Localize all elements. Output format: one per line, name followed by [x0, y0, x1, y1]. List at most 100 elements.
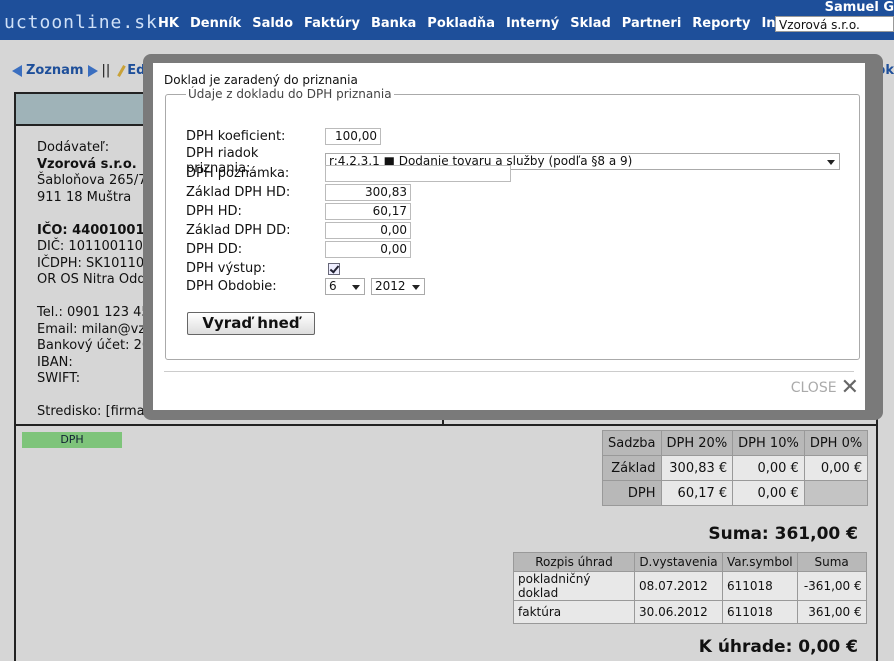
supplier-block: Dodávateľ: Vzorová s.r.o. Šabloňova 265/… [37, 140, 159, 421]
list-link[interactable]: Zoznam [26, 63, 84, 78]
divider [16, 424, 876, 426]
back-arrow-icon[interactable] [12, 64, 22, 77]
field-label: DPH Obdobie: [186, 279, 277, 294]
table-cell: 300,83 € [660, 455, 734, 481]
table-header: DPH 0% [803, 430, 869, 456]
vat-modal: Doklad je zaradený do priznania Údaje z … [153, 63, 865, 410]
payments-table: Rozpis úhrad D.vystavenia Var.symbol Sum… [513, 552, 867, 624]
table-header: Rozpis úhrad [513, 552, 635, 572]
row-obdobie: DPH Obdobie: 6 2012 [186, 278, 425, 295]
amount-due: K úhrade: 0,00 € [698, 637, 858, 657]
table-row: Základ 300,83 € 0,00 € 0,00 € [602, 455, 869, 481]
field-label: Základ DPH HD: [186, 185, 291, 200]
table-cell: -361,00 € [796, 571, 867, 601]
supplier-city: 911 18 Muštra [37, 189, 132, 205]
supplier-email: Email: milan@vzor [37, 321, 159, 337]
table-row: Sadzba DPH 20% DPH 10% DPH 0% [602, 430, 869, 456]
table-cell: DPH [602, 480, 662, 506]
supplier-icdph: IČDPH: SK101100 [37, 255, 153, 271]
field-label: Základ DPH DD: [186, 223, 291, 238]
field-label: DPH DD: [186, 242, 243, 257]
supplier-dic: DIČ: 1011001101 [37, 239, 152, 254]
pencil-icon[interactable] [117, 64, 127, 77]
invoice-sum: Suma: 361,00 € [708, 524, 858, 544]
supplier-tel: Tel.: 0901 123 45 [37, 305, 150, 320]
company-select[interactable]: Vzorová s.r.o. [775, 16, 894, 32]
supplier-heading: Dodávateľ: [37, 140, 110, 155]
table-cell: 611018 [722, 600, 798, 624]
supplier-center: Stredisko: [firma] [37, 404, 150, 419]
row-dph-hd: DPH HD: 60,17 [186, 203, 411, 220]
top-nav-bar: uctoonline.sk HK Denník Saldo Faktúry Ba… [0, 0, 894, 40]
dph-hd-input[interactable]: 60,17 [325, 203, 411, 220]
table-row: Rozpis úhrad D.vystavenia Var.symbol Sum… [513, 552, 867, 572]
table-cell: 08.07.2012 [634, 571, 723, 601]
vat-summary-table: Sadzba DPH 20% DPH 10% DPH 0% Základ 300… [602, 430, 869, 506]
row-poznamka: DPH poznámka: [186, 165, 511, 182]
supplier-court: OR OS Nitra Oddie [37, 272, 158, 287]
close-button[interactable]: CLOSE ✕ [790, 375, 859, 400]
row-zaklad-dd: Základ DPH DD: 0,00 [186, 222, 411, 239]
table-row: pokladničný doklad 08.07.2012 611018 -36… [513, 571, 867, 601]
divider [164, 371, 854, 372]
row-zaklad-hd: Základ DPH HD: 300,83 [186, 184, 411, 201]
nav-item-saldo[interactable]: Saldo [252, 16, 293, 31]
chevron-down-icon [352, 285, 360, 290]
chevron-down-icon [827, 159, 835, 165]
supplier-iban: IBAN: [37, 354, 73, 370]
table-cell: Základ [602, 455, 662, 481]
table-header: DPH 20% [660, 430, 734, 456]
table-header: DPH 10% [732, 430, 805, 456]
nav-item-dennik[interactable]: Denník [190, 16, 241, 31]
main-menu: HK Denník Saldo Faktúry Banka Pokladňa I… [158, 16, 784, 31]
obdobie-year-select[interactable]: 2012 [371, 278, 425, 295]
nav-item-partneri[interactable]: Partneri [622, 16, 682, 31]
koeficient-input[interactable]: 100,00 [325, 128, 381, 145]
field-label: DPH HD: [186, 204, 242, 219]
dph-dd-input[interactable]: 0,00 [325, 241, 411, 258]
nav-item-sklad[interactable]: Sklad [570, 16, 611, 31]
table-row: DPH 60,17 € 0,00 € [602, 480, 869, 506]
row-koeficient: DPH koeficient: 100,00 [186, 128, 381, 145]
nav-item-pokladna[interactable]: Pokladňa [427, 16, 495, 31]
month-select-value: 6 [329, 279, 337, 293]
close-label: CLOSE [790, 380, 837, 396]
dph-badge[interactable]: DPH [22, 432, 122, 448]
nav-item-reporty[interactable]: Reporty [692, 16, 750, 31]
table-cell: 0,00 € [732, 455, 805, 481]
field-label: DPH koeficient: [186, 129, 286, 144]
field-label: DPH poznámka: [186, 166, 290, 181]
table-cell: 30.06.2012 [634, 600, 723, 624]
table-header: D.vystavenia [634, 552, 723, 572]
table-header: Sadzba [602, 430, 662, 456]
table-cell: 60,17 € [660, 480, 734, 506]
supplier-swift: SWIFT: [37, 371, 81, 386]
remove-now-button[interactable]: Vyraď hneď [187, 312, 315, 335]
table-row: faktúra 30.06.2012 611018 361,00 € [513, 600, 867, 624]
supplier-street: Šabloňova 265/75 [37, 173, 155, 188]
vystup-checkbox[interactable] [328, 262, 340, 275]
supplier-ico: IČO: 44001001 [37, 222, 145, 238]
row-dph-dd: DPH DD: 0,00 [186, 241, 411, 258]
poznamka-input[interactable] [325, 165, 511, 182]
nav-item-interny[interactable]: Interný [506, 16, 559, 31]
nav-item-faktury[interactable]: Faktúry [304, 16, 360, 31]
table-cell: 0,00 € [732, 480, 805, 506]
table-cell [803, 480, 869, 506]
app-logo[interactable]: uctoonline.sk [4, 12, 158, 33]
table-cell: pokladničný doklad [513, 571, 635, 601]
zaklad-dd-input[interactable]: 0,00 [325, 222, 411, 239]
nav-item-banka[interactable]: Banka [371, 16, 416, 31]
table-header: Suma [796, 552, 867, 572]
chevron-down-icon [412, 285, 420, 290]
table-cell: 0,00 € [803, 455, 869, 481]
table-cell: faktúra [513, 600, 635, 624]
obdobie-month-select[interactable]: 6 [325, 278, 365, 295]
user-name[interactable]: Samuel G [825, 0, 894, 15]
forward-arrow-icon[interactable] [87, 64, 98, 77]
nav-item-hk[interactable]: HK [158, 16, 179, 31]
row-vystup: DPH výstup: [186, 261, 340, 276]
zaklad-hd-input[interactable]: 300,83 [325, 184, 411, 201]
supplier-name: Vzorová s.r.o. [37, 156, 137, 172]
close-icon: ✕ [840, 375, 859, 400]
